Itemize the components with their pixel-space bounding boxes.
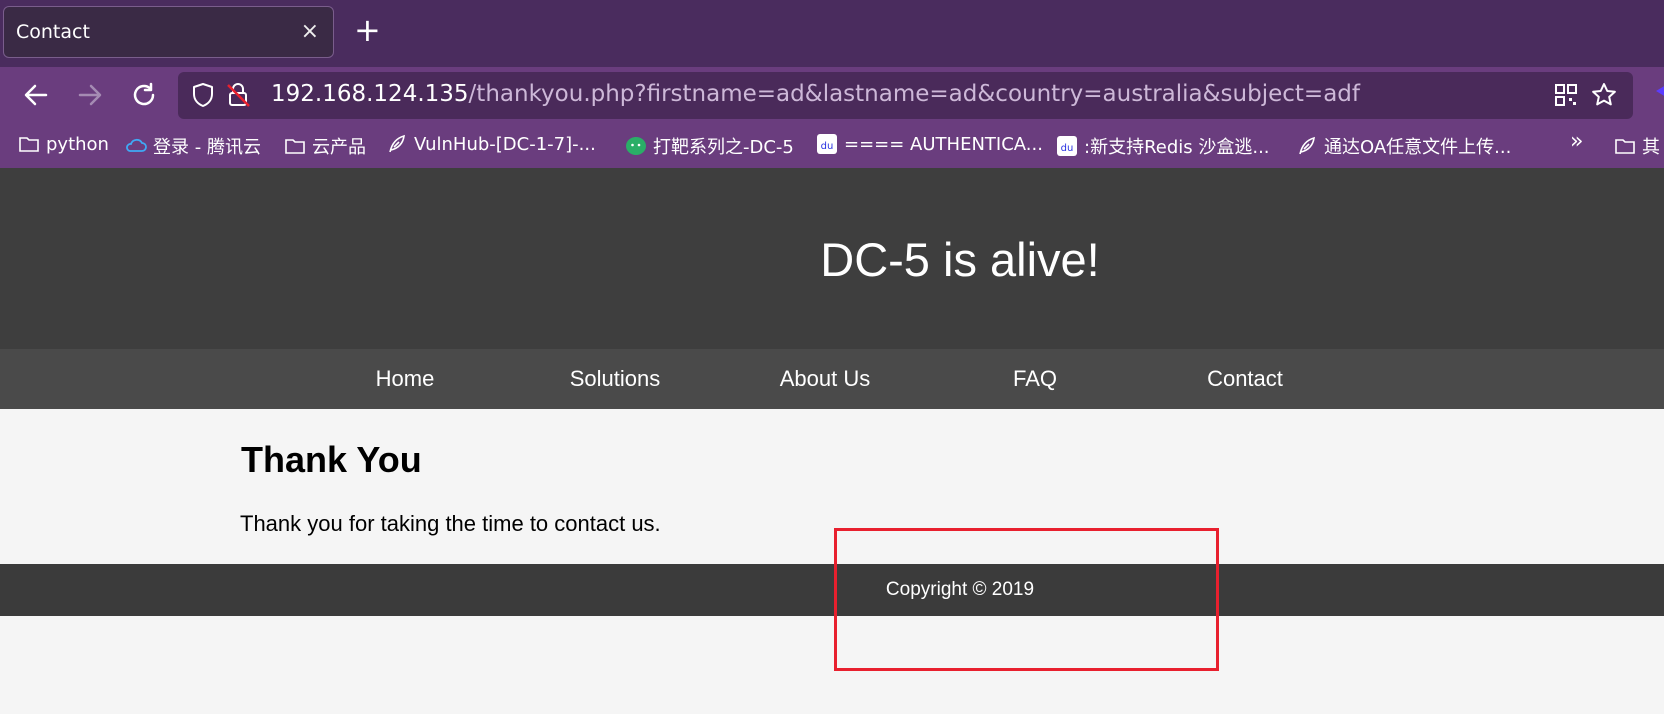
tab-contact[interactable]: Contact ×	[3, 6, 334, 58]
bookmark-label: 通达OA任意文件上传...	[1324, 137, 1512, 158]
main-content: Thank You Thank you for taking the time …	[0, 409, 1664, 564]
bookmark-vulnhub[interactable]: VulnHub-[DC-1-7]-...	[386, 133, 596, 155]
bookmark-cloud-products[interactable]: 云产品	[284, 133, 366, 159]
bookmarks-bar: python 登录 - 腾讯云 云产品 VulnHub-[DC-1-7]-...…	[0, 124, 1664, 168]
tab-title: Contact	[16, 21, 90, 43]
site-title: DC-5 is alive!	[820, 233, 1100, 286]
tab-strip: Contact × +	[0, 0, 1664, 67]
close-icon[interactable]: ×	[301, 19, 319, 44]
copyright-text: Copyright © 2019	[885, 579, 1035, 600]
folder-icon	[1615, 139, 1635, 154]
baidu-icon: du	[1057, 136, 1077, 156]
address-bar[interactable]: 192.168.124.135/thankyou.php?firstname=a…	[178, 72, 1633, 119]
bookmark-dc5[interactable]: 打靶系列之-DC-5	[625, 133, 794, 159]
bookmark-other[interactable]: 其	[1614, 133, 1660, 159]
browser-toolbar: 192.168.124.135/thankyou.php?firstname=a…	[0, 67, 1664, 124]
wechat-icon	[626, 137, 646, 155]
extension-icon[interactable]	[1650, 77, 1664, 113]
qr-code-icon[interactable]	[1551, 80, 1581, 110]
url-host: 192.168.124.135	[271, 81, 469, 107]
site-footer: Copyright © 2019	[0, 564, 1664, 616]
bookmark-label: ==== AUTHENTICA...	[844, 133, 1043, 155]
site-header: DC-5 is alive!	[0, 168, 1664, 349]
nav-home[interactable]: Home	[300, 366, 510, 392]
svg-text:du: du	[821, 141, 834, 152]
site-nav: Home Solutions About Us FAQ Contact	[0, 349, 1664, 409]
feather-icon	[389, 134, 405, 153]
reload-icon[interactable]	[126, 77, 162, 113]
baidu-icon: du	[817, 134, 837, 154]
nav-faq[interactable]: FAQ	[930, 366, 1140, 392]
bookmark-tongda-oa[interactable]: 通达OA任意文件上传...	[1296, 133, 1511, 159]
bookmark-label: 打靶系列之-DC-5	[653, 137, 794, 158]
folder-icon	[19, 137, 39, 152]
bookmark-label: :新支持Redis 沙盒逃...	[1084, 137, 1270, 158]
highlight-annotation-box	[834, 528, 1219, 671]
bookmark-label: 登录 - 腾讯云	[153, 137, 261, 158]
nav-contact[interactable]: Contact	[1140, 366, 1350, 392]
folder-icon	[285, 139, 305, 154]
nav-about-us[interactable]: About Us	[720, 366, 930, 392]
forward-arrow-icon[interactable]	[72, 77, 108, 113]
nav-solutions[interactable]: Solutions	[510, 366, 720, 392]
page-heading: Thank You	[241, 439, 422, 480]
feather-icon	[1299, 136, 1315, 155]
url-text[interactable]: 192.168.124.135/thankyou.php?firstname=a…	[271, 81, 1360, 107]
bookmark-redis[interactable]: du :新支持Redis 沙盒逃...	[1056, 133, 1270, 159]
bookmark-label: VulnHub-[DC-1-7]-...	[414, 133, 596, 155]
new-tab-button[interactable]: +	[354, 14, 381, 46]
cloud-icon	[126, 138, 147, 152]
bookmark-star-icon[interactable]	[1589, 80, 1619, 110]
bookmark-authentica[interactable]: du ==== AUTHENTICA...	[816, 133, 1043, 155]
shield-icon[interactable]	[188, 80, 218, 110]
bookmark-label: 云产品	[312, 137, 366, 158]
back-arrow-icon[interactable]	[18, 77, 54, 113]
insecure-lock-icon[interactable]	[223, 80, 253, 110]
bookmark-label: 其	[1642, 137, 1660, 158]
svg-text:du: du	[1061, 143, 1074, 154]
bookmark-tencent-login[interactable]: 登录 - 腾讯云	[125, 133, 261, 159]
bookmark-label: python	[46, 133, 109, 155]
bookmark-python[interactable]: python	[18, 133, 109, 155]
thank-you-message: Thank you for taking the time to contact…	[240, 511, 661, 536]
chevron-double-right-icon[interactable]: »	[1570, 129, 1583, 154]
url-path: /thankyou.php?firstname=ad&lastname=ad&c…	[468, 81, 1360, 107]
